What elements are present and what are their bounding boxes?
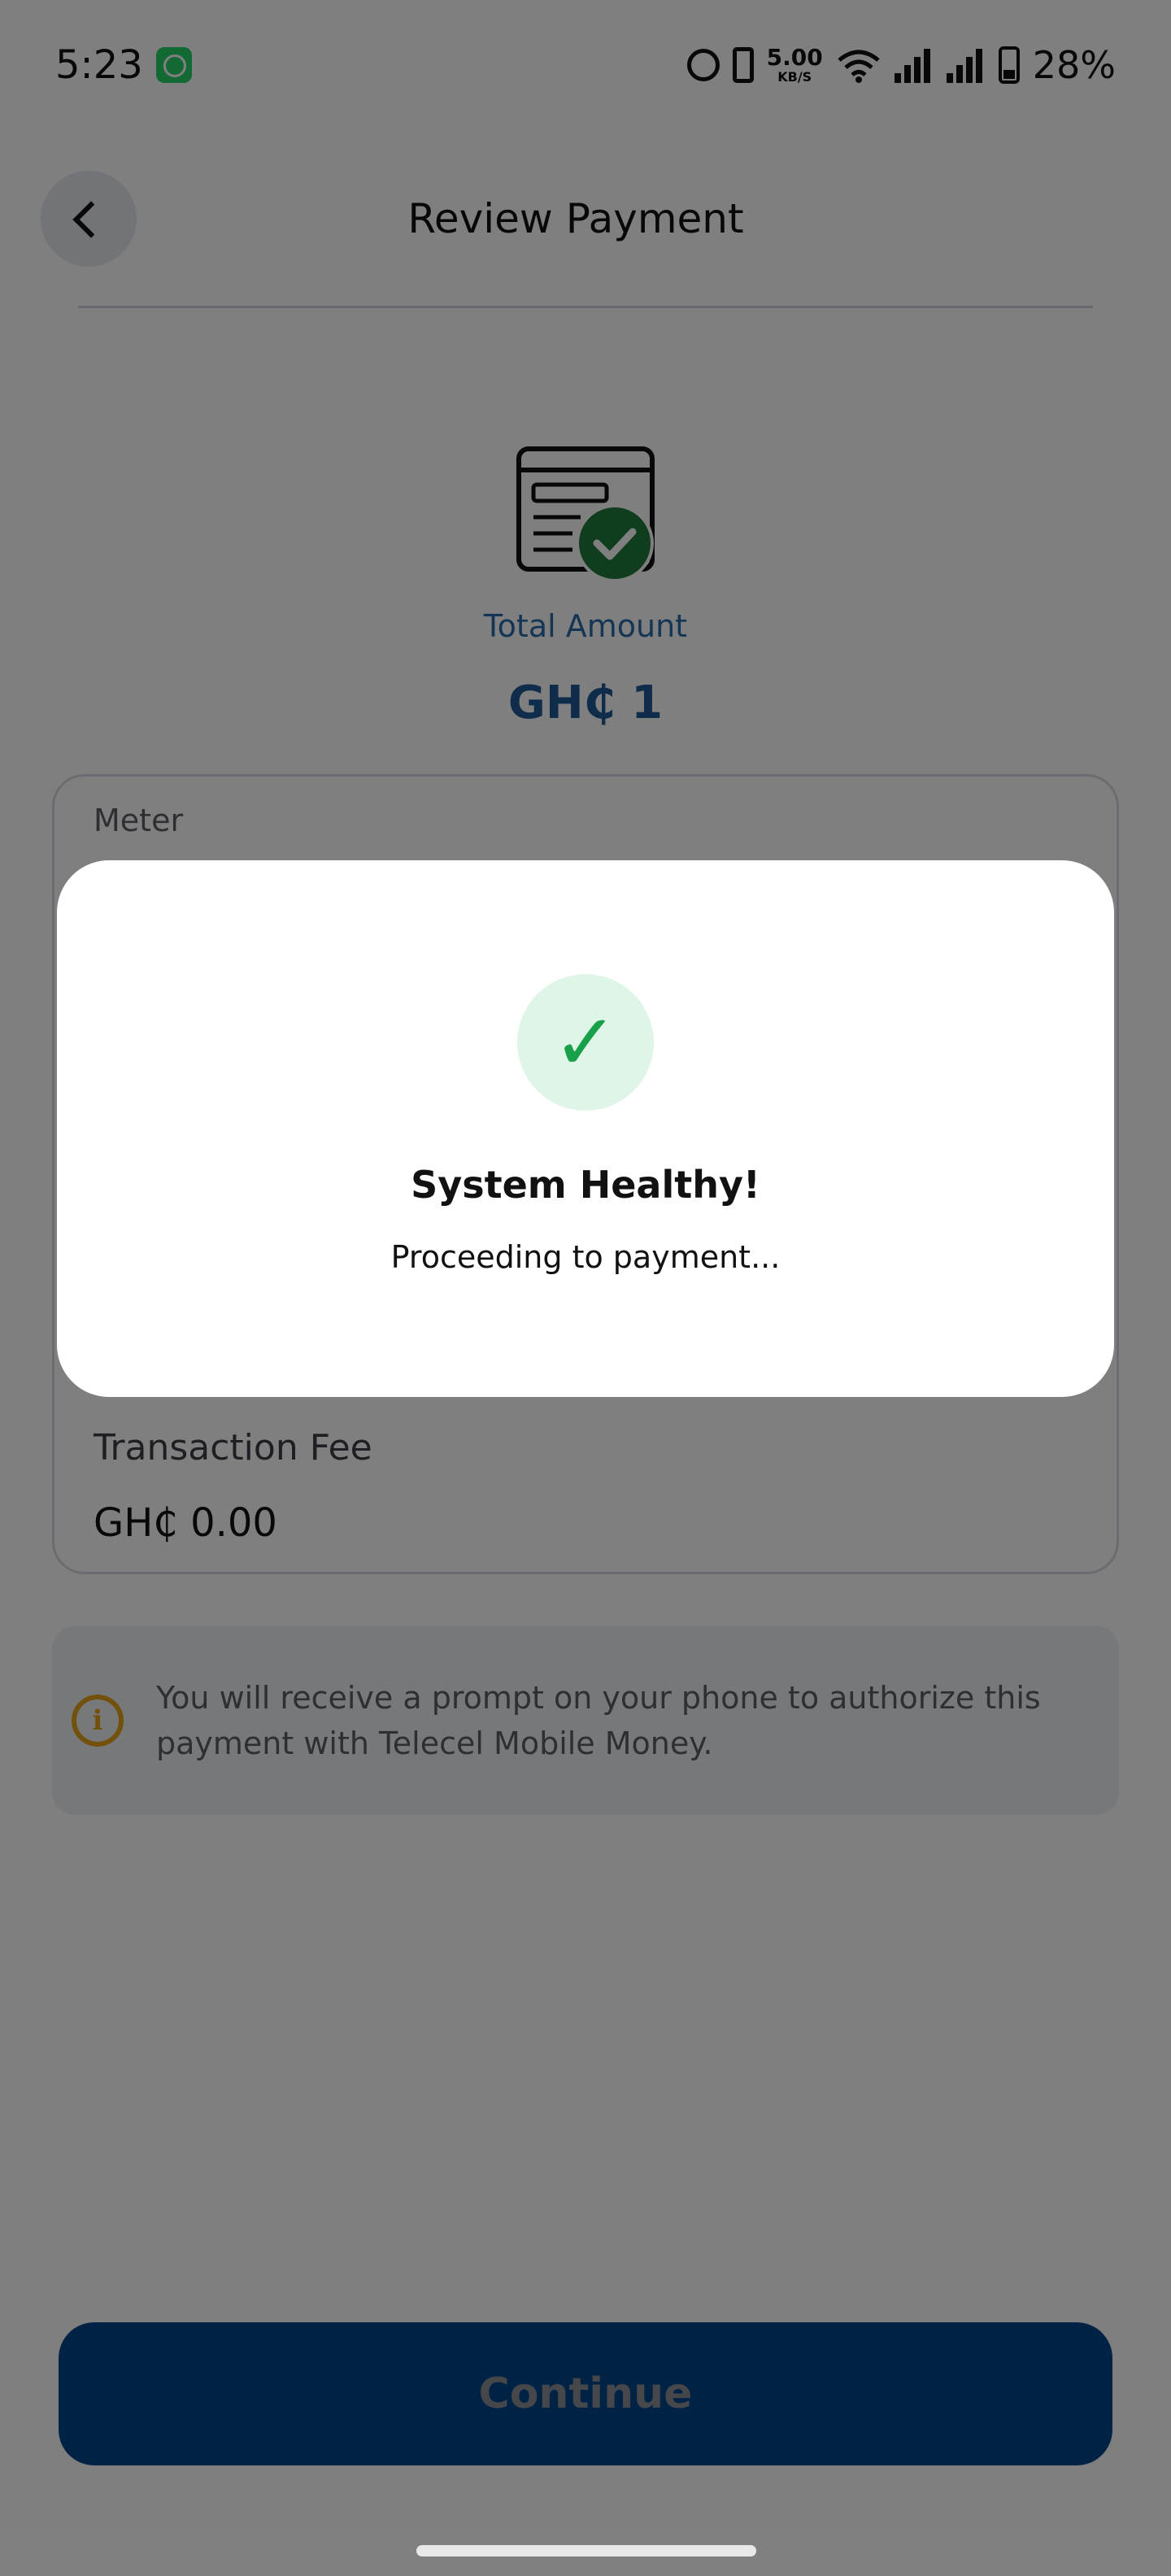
checkmark-icon: ✓: [517, 974, 654, 1111]
dialog-message: Proceeding to payment...: [390, 1239, 781, 1275]
dialog-title: System Healthy!: [411, 1163, 760, 1207]
navigation-bar: [0, 2530, 1171, 2576]
home-indicator[interactable]: [416, 2545, 756, 2556]
review-payment-screen: 5:23 5.00 KB/S 28%: [0, 0, 1171, 2576]
system-status-dialog: ✓ System Healthy! Proceeding to payment.…: [57, 860, 1114, 1397]
